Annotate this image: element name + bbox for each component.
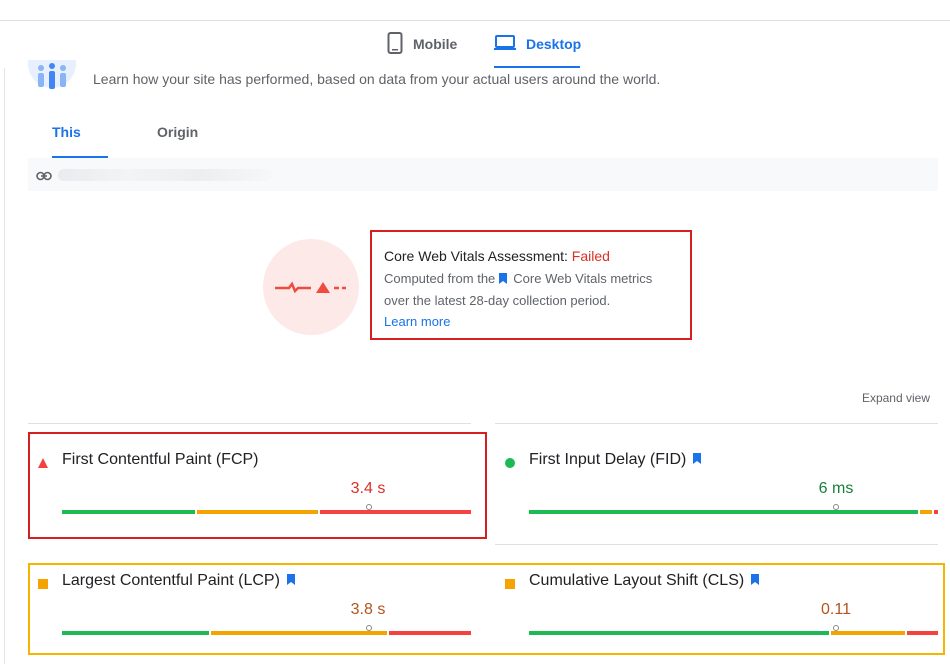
assessment-title-text: Core Web Vitals Assessment: [384, 248, 568, 264]
field-data-users-icon [28, 60, 76, 94]
learn-more-link[interactable]: Learn more [384, 311, 678, 332]
link-icon [36, 168, 52, 186]
top-bar [0, 0, 950, 21]
divider [495, 544, 938, 545]
device-tabs: Mobile Desktop [0, 20, 950, 68]
assessment-title: Core Web Vitals Assessment: Failed [384, 247, 678, 265]
metric-label: First Input Delay (FID) [529, 451, 702, 469]
url-tabs: This URL Origin [28, 112, 938, 180]
failed-assessment-icon [263, 239, 359, 335]
bookmark-icon [693, 451, 702, 469]
assessment-desc-link: Core Web Vitals metrics [513, 271, 653, 286]
bar-poor [934, 510, 938, 514]
tab-mobile[interactable]: Mobile [387, 20, 457, 68]
assessment-desc-prefix: Computed from the [384, 271, 496, 286]
bookmark-icon [499, 269, 508, 290]
tab-mobile-label: Mobile [413, 36, 458, 52]
divider [28, 423, 471, 424]
assessment-status: Failed [571, 248, 610, 264]
metric-fid[interactable]: First Input Delay (FID) 6 ms [495, 451, 938, 531]
good-circle-icon [505, 455, 515, 468]
metric-value: 6 ms [818, 480, 854, 497]
percentile-marker [833, 504, 839, 510]
url-bar [28, 158, 938, 191]
assessment-desc-suffix: over the latest 28-day collection period… [384, 293, 611, 308]
tab-desktop-label: Desktop [526, 36, 582, 52]
assessment-box: Core Web Vitals Assessment: Failed Compu… [370, 230, 692, 340]
tab-origin[interactable]: Origin [157, 112, 198, 158]
highlight-box-fcp [28, 432, 487, 539]
distribution-bar [529, 504, 938, 514]
laptop-icon [494, 34, 516, 54]
divider [495, 423, 938, 424]
metric-label-text: First Input Delay (FID) [529, 451, 687, 468]
bar-needs-improvement [920, 510, 932, 514]
tab-desktop[interactable]: Desktop [494, 20, 582, 68]
content-left-border [4, 68, 5, 664]
url-text-redacted [58, 169, 272, 181]
expand-view-button[interactable]: Expand view [862, 391, 930, 405]
bar-good [529, 510, 918, 514]
assessment-description: Computed from the Core Web Vitals metrics… [384, 268, 678, 311]
phone-icon [387, 31, 403, 57]
tab-this-url[interactable]: This URL [52, 112, 108, 180]
highlight-box-lcp-cls [28, 563, 945, 655]
intro-text: Learn how your site has performed, based… [93, 71, 661, 87]
